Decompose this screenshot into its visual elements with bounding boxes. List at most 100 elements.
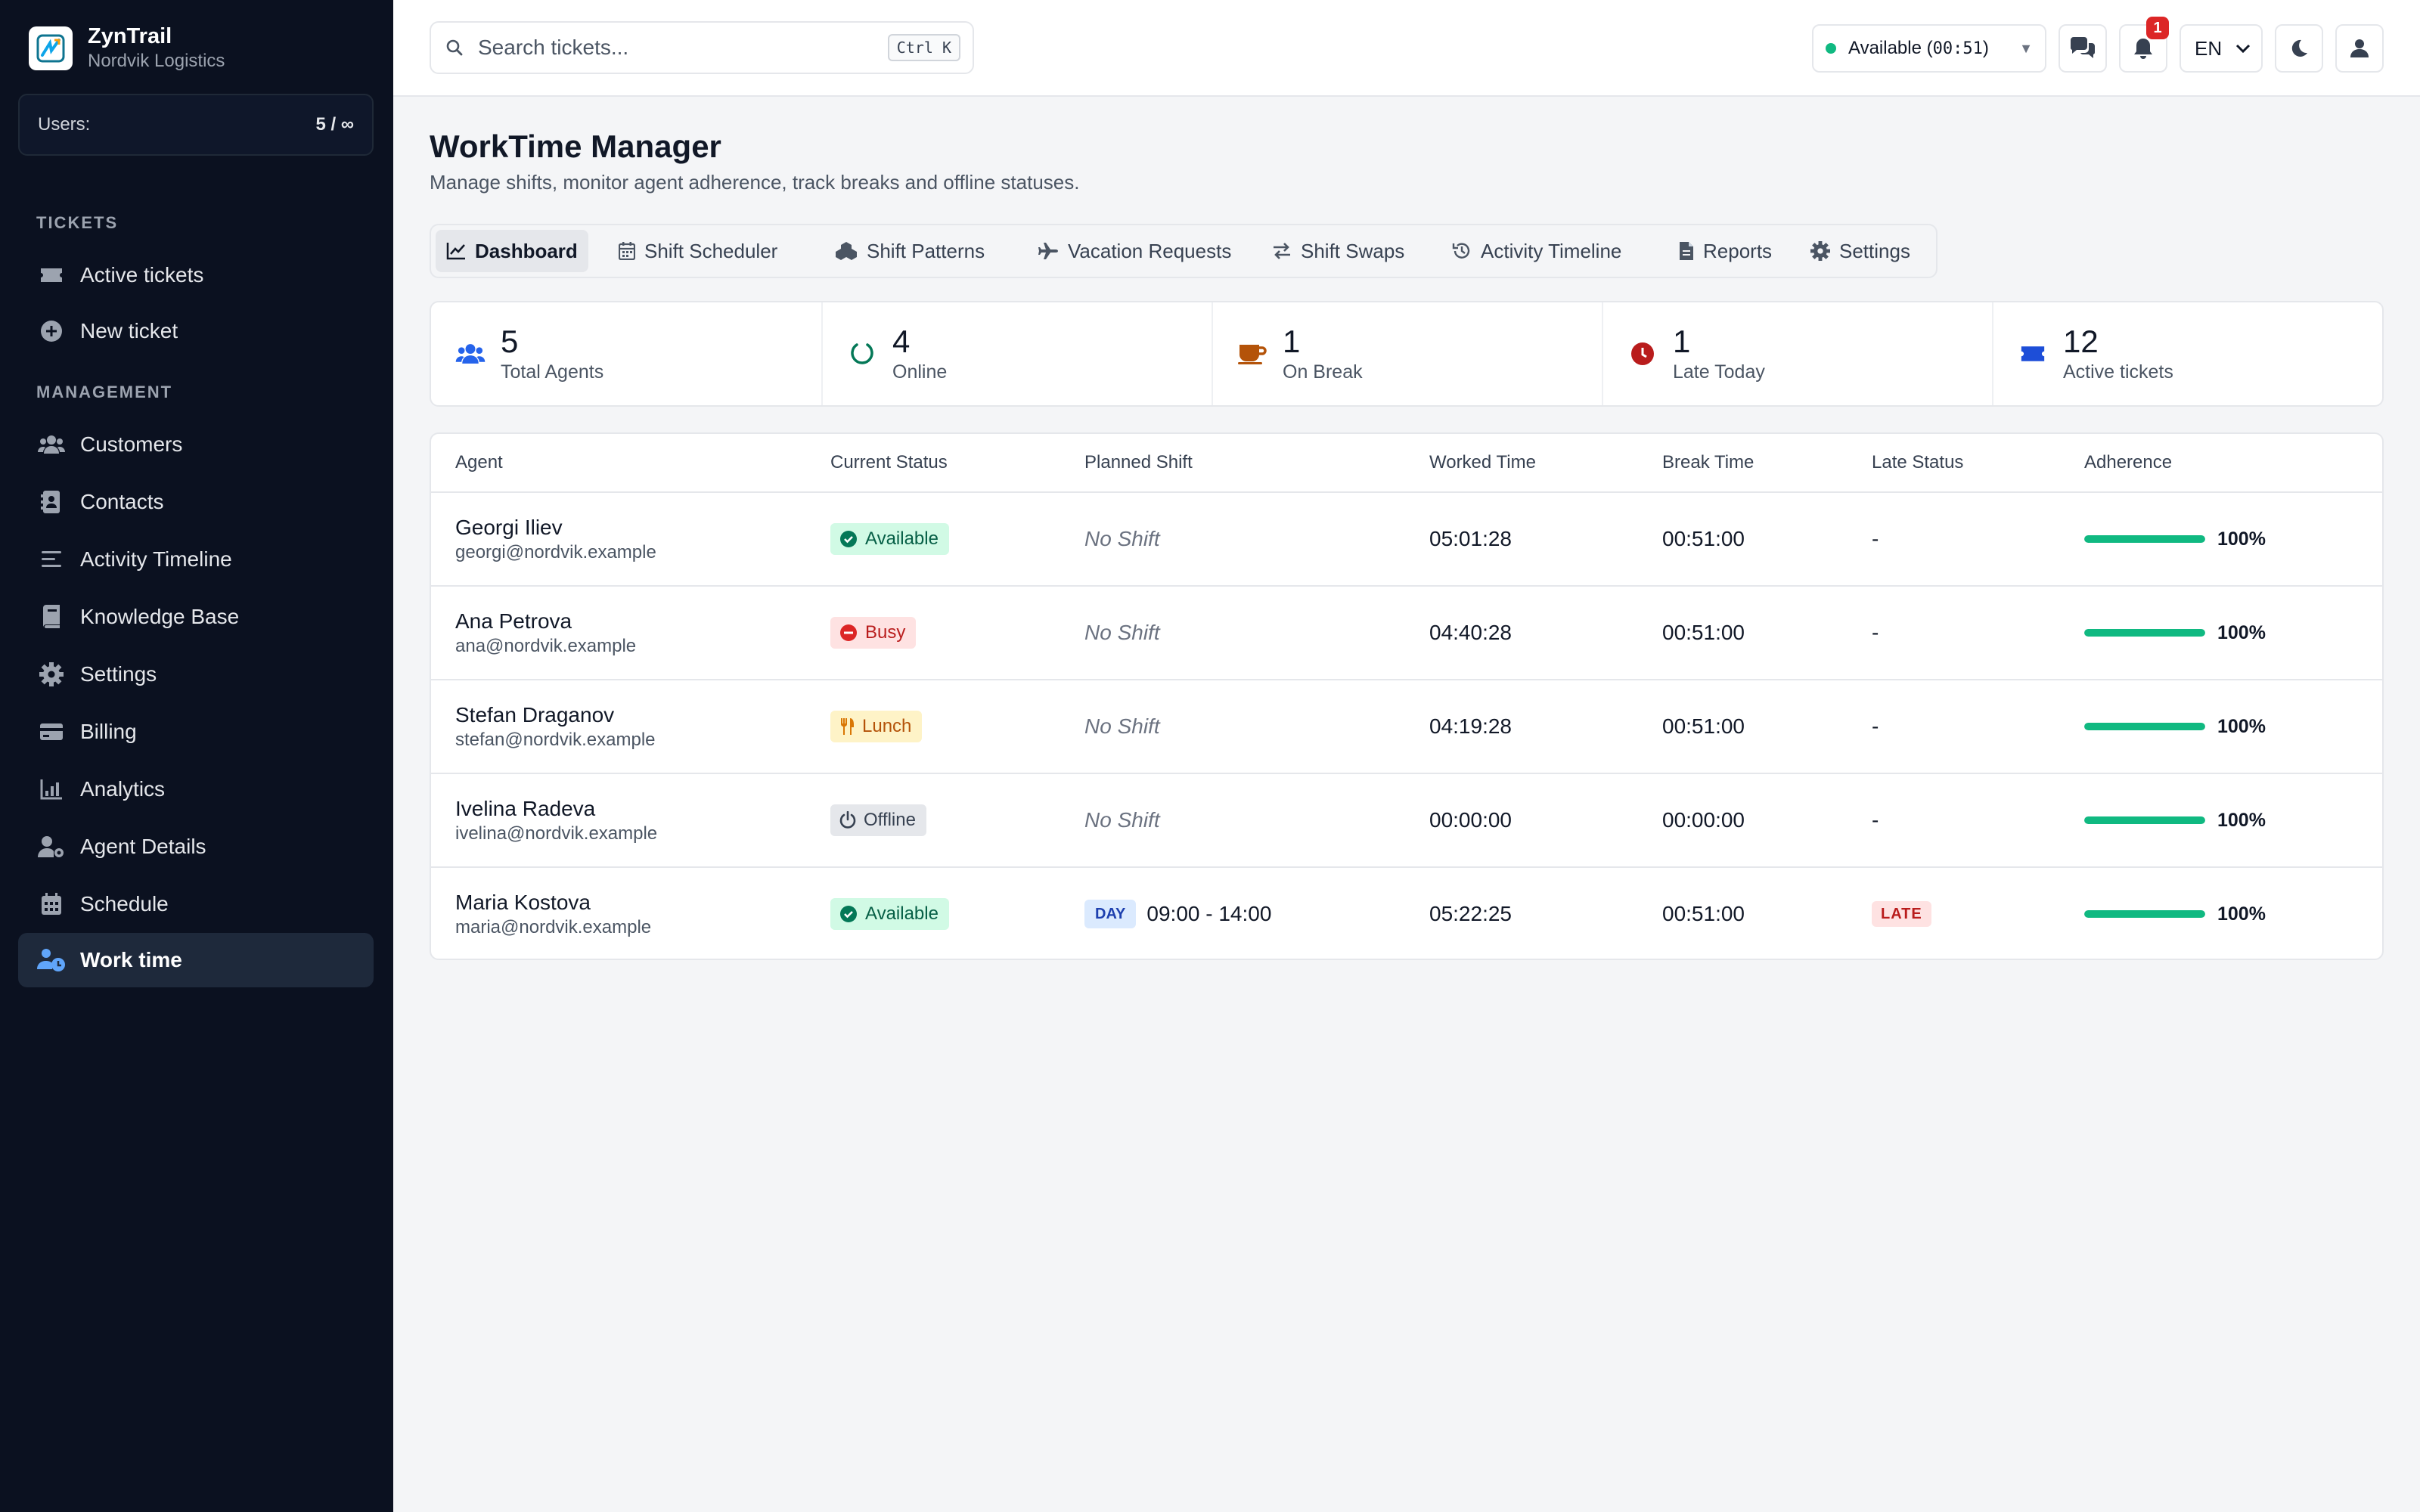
sidebar-item-agent-details[interactable]: Agent Details [18,820,374,874]
file-icon [1679,241,1694,261]
sidebar-item-label: Knowledge Base [80,605,240,628]
break-time-cell: 00:51:00 [1662,527,1745,550]
tab-label: Shift Scheduler [644,239,778,262]
status-close: ) [1982,38,1989,58]
tab-shift-swaps[interactable]: Shift Swaps [1261,230,1415,272]
language-select[interactable]: EN [2180,24,2263,73]
tab-shift-patterns[interactable]: Shift Patterns [824,230,995,272]
stat-online: 4 Online [821,302,1212,405]
adherence-value: 100% [2217,809,2266,831]
table-row[interactable]: Stefan Draganov stefan@nordvik.example Lu… [431,680,2382,774]
status-cell: Lunch [830,680,923,773]
adherence-bar [2084,910,2205,918]
status-text: Available [865,528,939,549]
agent-name: Stefan Draganov [455,703,615,727]
sidebar-item-activity-timeline[interactable]: Activity Timeline [18,532,374,587]
agent-email: maria@nordvik.example [455,917,652,937]
tab-label: Shift Patterns [867,239,985,262]
minus-circle-icon [839,624,858,642]
stats-bar: 5 Total Agents 4 Online 1 On Break 1 Late To… [430,301,2384,407]
status-cell: Offline [830,774,926,866]
status-badge: Busy [830,617,917,649]
adherence-cell: 100% [2084,587,2266,679]
column-header-worked-time: Worked Time [1429,452,1536,472]
cubes-icon [835,241,858,261]
notification-count-badge: 1 [2146,17,2169,39]
agent-email: georgi@nordvik.example [455,542,656,562]
table-row[interactable]: Ana Petrova ana@nordvik.example Busy No S… [431,587,2382,680]
adherence-cell: 100% [2084,680,2266,773]
stat-label: Active tickets [2063,361,2173,383]
tab-activity-timeline[interactable]: Activity Timeline [1441,230,1632,272]
adherence-value: 100% [2217,903,2266,925]
agents-table: Agent Current Status Planned Shift Worke… [430,432,2384,960]
status-badge: Available [830,898,949,930]
clock-icon [1626,337,1659,370]
sidebar-item-new-ticket[interactable]: New ticket [18,304,374,358]
late-status-cell: - [1872,621,1879,644]
users-icon [454,337,487,370]
sidebar-item-active-tickets[interactable]: Active tickets [18,248,374,302]
agent-status-dropdown[interactable]: Available (00:51) ▼ [1812,24,2046,73]
sidebar-item-analytics[interactable]: Analytics [18,762,374,816]
sidebar-item-customers[interactable]: Customers [18,417,374,472]
table-row[interactable]: Maria Kostova maria@nordvik.example Avail… [431,868,2382,959]
status-badge: Available [830,523,949,555]
table-row[interactable]: Georgi Iliev georgi@nordvik.example Avail… [431,493,2382,587]
worked-time-cell: 04:40:28 [1429,621,1512,644]
late-status-cell: LATE [1872,868,1931,959]
sidebar-item-label: Schedule [80,892,169,916]
sidebar-item-billing[interactable]: Billing [18,705,374,759]
column-header-break-time: Break Time [1662,452,1754,472]
users-counter: Users: 5 / ∞ [18,94,374,156]
ticket-icon [2016,337,2049,370]
agent-cell: Georgi Iliev georgi@nordvik.example [455,493,656,585]
topbar: Search tickets... Ctrl K Available (00:5… [393,0,2420,97]
search-input[interactable]: Search tickets... Ctrl K [430,21,974,74]
brand[interactable]: ZynTrail Nordvik Logistics [29,24,225,73]
sidebar-item-settings[interactable]: Settings [18,647,374,702]
power-icon [839,811,856,829]
user-menu-button[interactable] [2335,24,2384,73]
table-row[interactable]: Ivelina Radeva ivelina@nordvik.example Of… [431,774,2382,868]
calendar-icon [36,889,67,919]
adherence-fill [2084,910,2205,918]
tab-shift-scheduler[interactable]: Shift Scheduler [608,230,788,272]
late-badge: LATE [1872,901,1931,927]
sidebar-item-schedule[interactable]: Schedule [18,877,374,931]
stat-value: 12 [2063,324,2099,359]
sidebar-item-work-time[interactable]: Work time [18,933,374,987]
notifications-button[interactable]: 1 [2119,17,2169,73]
tab-settings[interactable]: Settings [1800,230,1921,272]
sidebar-item-contacts[interactable]: Contacts [18,475,374,529]
adherence-fill [2084,723,2205,730]
status-cell: Available [830,493,949,585]
worked-time-cell: 00:00:00 [1429,808,1512,832]
page-title: WorkTime Manager [430,129,721,164]
tab-reports[interactable]: Reports [1668,230,1782,272]
tab-vacation-requests[interactable]: Vacation Requests [1027,230,1242,272]
sidebar-item-knowledge-base[interactable]: Knowledge Base [18,590,374,644]
dark-mode-toggle[interactable] [2275,24,2323,73]
chat-button[interactable] [2059,24,2107,73]
column-header-agent: Agent [455,452,503,472]
sidebar-item-label: Analytics [80,777,166,801]
book-icon [36,602,67,632]
agent-email: ana@nordvik.example [455,636,637,656]
gear-icon [1810,241,1830,261]
column-header-planned-shift: Planned Shift [1084,452,1193,472]
sidebar-item-label: Contacts [80,490,164,513]
status-badge: Lunch [830,711,923,742]
chart-icon [36,774,67,804]
search-shortcut: Ctrl K [887,34,960,61]
users-clock-icon [36,945,67,975]
page-subtitle: Manage shifts, monitor agent adherence, … [430,171,1080,194]
brand-org: Nordvik Logistics [88,51,225,71]
agent-email: stefan@nordvik.example [455,730,656,750]
agent-cell: Stefan Draganov stefan@nordvik.example [455,680,656,773]
break-time-cell: 00:51:00 [1662,902,1745,925]
break-time-cell: 00:51:00 [1662,621,1745,644]
adherence-fill [2084,629,2205,637]
tab-dashboard[interactable]: Dashboard [436,230,588,272]
sidebar-item-label: Customers [80,432,183,456]
